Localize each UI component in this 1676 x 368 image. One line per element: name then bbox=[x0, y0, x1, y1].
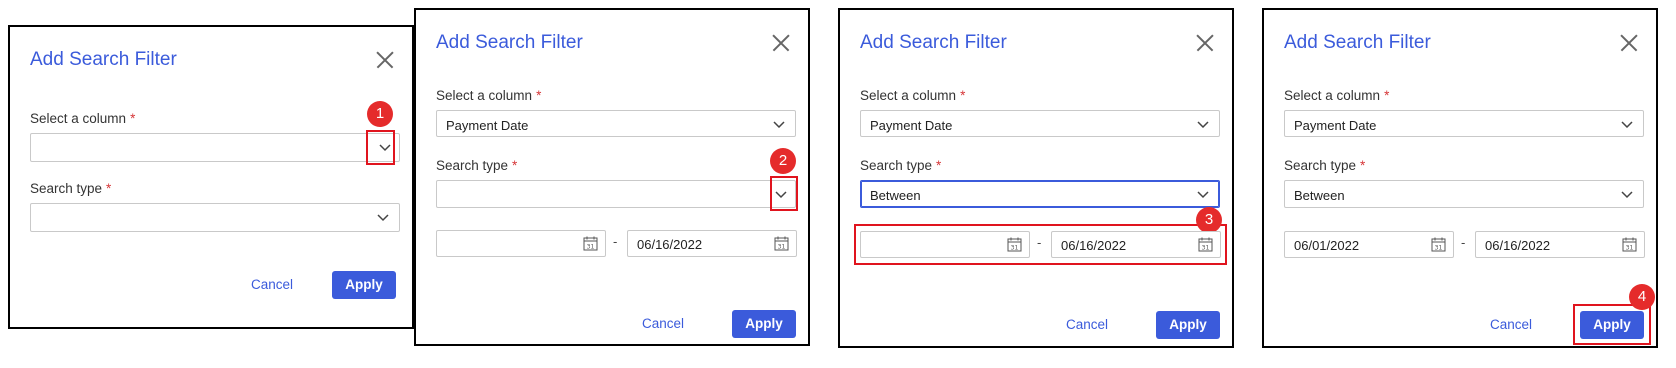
search-type-label: Search type * bbox=[1284, 158, 1365, 173]
column-select-value: Payment Date bbox=[1294, 118, 1377, 133]
required-asterisk: * bbox=[1360, 158, 1366, 173]
column-label: Select a column * bbox=[30, 111, 135, 126]
calendar-icon[interactable]: 31 bbox=[583, 236, 598, 251]
column-select-value: Payment Date bbox=[870, 118, 953, 133]
to-date-input[interactable]: 06/16/2022 31 bbox=[1475, 231, 1645, 258]
filter-dialog-step-4: Add Search Filter Select a column * Payme… bbox=[1262, 8, 1658, 348]
chevron-down-icon[interactable] bbox=[773, 121, 785, 129]
date-range-separator: - bbox=[1461, 235, 1466, 250]
to-date-value: 06/16/2022 bbox=[1061, 238, 1127, 253]
svg-text:31: 31 bbox=[1626, 245, 1634, 252]
svg-text:31: 31 bbox=[587, 244, 595, 251]
column-select[interactable]: Payment Date bbox=[860, 110, 1220, 137]
close-icon[interactable] bbox=[1196, 34, 1214, 52]
filter-dialog-step-3: Add Search Filter Select a column * Payme… bbox=[838, 8, 1234, 348]
required-asterisk: * bbox=[960, 88, 966, 103]
required-asterisk: * bbox=[130, 111, 136, 126]
to-date-input[interactable]: 06/16/2022 31 bbox=[627, 230, 797, 257]
from-date-input[interactable]: 06/01/2022 31 bbox=[1284, 231, 1454, 258]
search-type-label: Search type * bbox=[30, 181, 111, 196]
from-date-input[interactable]: 31 bbox=[860, 231, 1030, 258]
search-type-label: Search type * bbox=[436, 158, 517, 173]
required-asterisk: * bbox=[106, 181, 112, 196]
filter-dialog-step-2: Add Search Filter Select a column * Payme… bbox=[414, 8, 810, 346]
column-select[interactable] bbox=[30, 133, 400, 162]
step-badge-4: 4 bbox=[1629, 284, 1655, 310]
calendar-icon[interactable]: 31 bbox=[1622, 237, 1637, 252]
chevron-down-icon[interactable] bbox=[1197, 191, 1209, 199]
dialog-title: Add Search Filter bbox=[1284, 32, 1431, 53]
search-type-label-text: Search type bbox=[436, 158, 509, 173]
cancel-button[interactable]: Cancel bbox=[642, 316, 684, 331]
chevron-down-icon[interactable] bbox=[1621, 121, 1633, 129]
required-asterisk: * bbox=[1384, 88, 1390, 103]
apply-button[interactable]: Apply bbox=[1156, 311, 1220, 339]
search-type-select[interactable]: Between bbox=[860, 180, 1220, 208]
dialog-title: Add Search Filter bbox=[436, 32, 583, 53]
column-select[interactable]: Payment Date bbox=[1284, 110, 1644, 137]
chevron-down-icon[interactable] bbox=[1197, 121, 1209, 129]
svg-text:31: 31 bbox=[1202, 245, 1210, 252]
calendar-icon[interactable]: 31 bbox=[774, 236, 789, 251]
column-label: Select a column * bbox=[860, 88, 965, 103]
date-range-separator: - bbox=[1037, 235, 1042, 250]
to-date-value: 06/16/2022 bbox=[1485, 238, 1551, 253]
chevron-down-icon[interactable] bbox=[1621, 191, 1633, 199]
apply-button[interactable]: Apply bbox=[1580, 311, 1644, 339]
required-asterisk: * bbox=[512, 158, 518, 173]
calendar-icon[interactable]: 31 bbox=[1198, 237, 1213, 252]
cancel-button[interactable]: Cancel bbox=[251, 277, 293, 292]
apply-button[interactable]: Apply bbox=[332, 271, 396, 299]
column-select[interactable]: Payment Date bbox=[436, 110, 796, 137]
cancel-button[interactable]: Cancel bbox=[1066, 317, 1108, 332]
search-type-select[interactable]: Between bbox=[1284, 180, 1644, 208]
calendar-icon[interactable]: 31 bbox=[1431, 237, 1446, 252]
from-date-input[interactable]: 31 bbox=[436, 230, 606, 257]
close-icon[interactable] bbox=[376, 51, 394, 69]
dialog-title: Add Search Filter bbox=[30, 49, 177, 70]
search-type-label-text: Search type bbox=[1284, 158, 1357, 173]
column-select-value: Payment Date bbox=[446, 118, 529, 133]
column-label: Select a column * bbox=[1284, 88, 1389, 103]
search-type-select-value: Between bbox=[1294, 188, 1345, 203]
chevron-down-icon[interactable] bbox=[377, 214, 389, 222]
column-label: Select a column * bbox=[436, 88, 541, 103]
column-label-text: Select a column bbox=[30, 111, 127, 126]
apply-button[interactable]: Apply bbox=[732, 310, 796, 338]
date-range-separator: - bbox=[613, 234, 618, 249]
required-asterisk: * bbox=[936, 158, 942, 173]
search-type-select[interactable] bbox=[436, 180, 796, 208]
required-asterisk: * bbox=[536, 88, 542, 103]
highlight-column-dropdown bbox=[366, 130, 395, 165]
column-label-text: Select a column bbox=[436, 88, 533, 103]
step-badge-1: 1 bbox=[367, 101, 393, 127]
filter-dialog-step-1: Add Search Filter Select a column * 1 Sea… bbox=[8, 25, 414, 329]
highlight-search-type-dropdown bbox=[770, 176, 798, 211]
dialog-title: Add Search Filter bbox=[860, 32, 1007, 53]
step-badge-2: 2 bbox=[770, 148, 796, 174]
from-date-value: 06/01/2022 bbox=[1294, 238, 1360, 253]
search-type-label-text: Search type bbox=[860, 158, 933, 173]
column-label-text: Select a column bbox=[860, 88, 957, 103]
close-icon[interactable] bbox=[772, 34, 790, 52]
close-icon[interactable] bbox=[1620, 34, 1638, 52]
svg-text:31: 31 bbox=[1011, 245, 1019, 252]
to-date-value: 06/16/2022 bbox=[637, 237, 703, 252]
calendar-icon[interactable]: 31 bbox=[1007, 237, 1022, 252]
svg-text:31: 31 bbox=[778, 244, 786, 251]
search-type-label: Search type * bbox=[860, 158, 941, 173]
search-type-select[interactable] bbox=[30, 203, 400, 232]
search-type-select-value: Between bbox=[870, 188, 921, 203]
step-badge-3: 3 bbox=[1196, 207, 1222, 233]
search-type-label-text: Search type bbox=[30, 181, 103, 196]
svg-text:31: 31 bbox=[1435, 245, 1443, 252]
column-label-text: Select a column bbox=[1284, 88, 1381, 103]
cancel-button[interactable]: Cancel bbox=[1490, 317, 1532, 332]
to-date-input[interactable]: 06/16/2022 31 bbox=[1051, 231, 1221, 258]
